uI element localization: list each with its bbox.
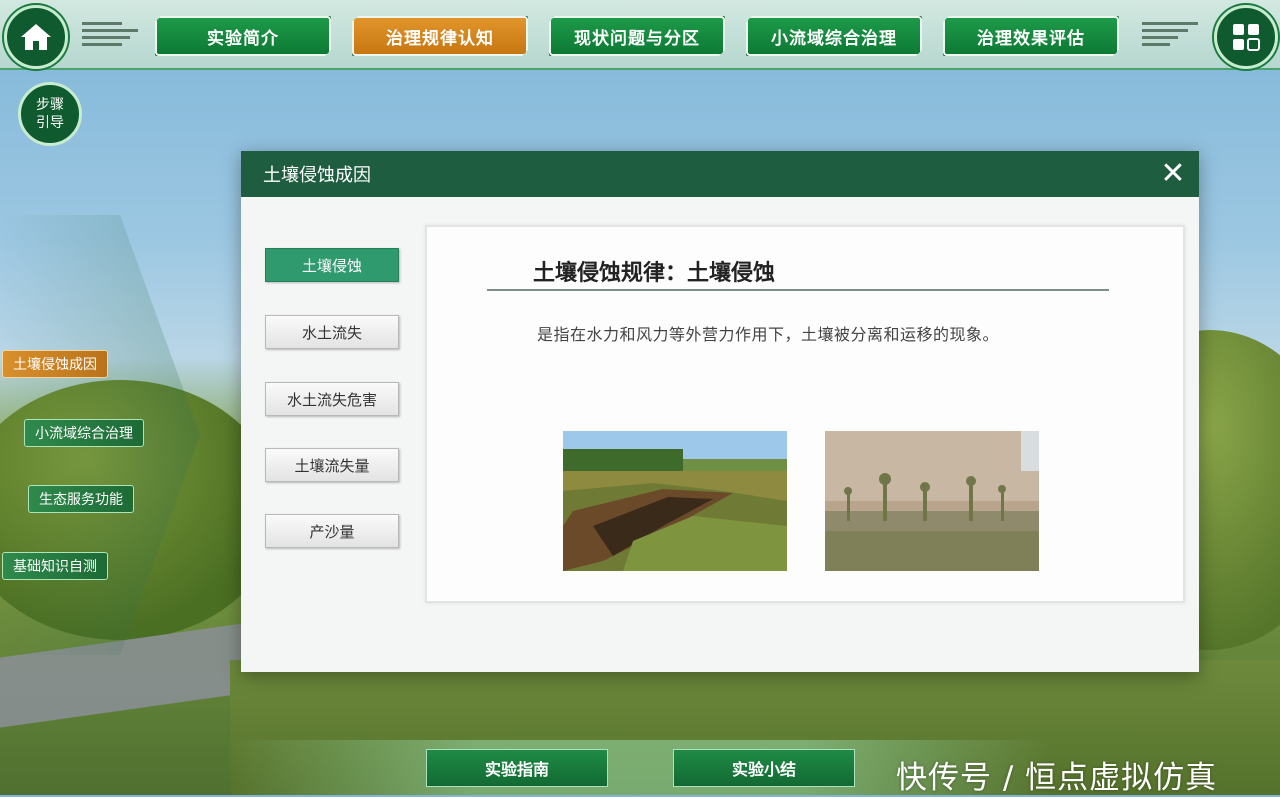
content-heading: 土壤侵蚀规律：土壤侵蚀: [487, 255, 1109, 291]
tab-soil-water-loss[interactable]: 水土流失: [265, 315, 399, 349]
modal-dialog: 土壤侵蚀成因 ✕ 土壤侵蚀 水土流失 水土流失危害 土壤流失量 产沙量 土壤侵蚀…: [241, 151, 1199, 672]
gully-erosion-photo: [563, 431, 787, 571]
nav-tab-problems-zoning[interactable]: 现状问题与分区: [549, 16, 725, 56]
home-icon: [21, 24, 51, 50]
side-item-knowledge-test[interactable]: 基础知识自测: [2, 552, 108, 580]
tab-soil-erosion[interactable]: 土壤侵蚀: [265, 248, 399, 282]
step-guide-line1: 步骤: [36, 97, 64, 113]
tab-soil-water-loss-hazards[interactable]: 水土流失危害: [265, 382, 399, 416]
experiment-summary-button[interactable]: 实验小结: [673, 749, 855, 787]
content-description: 是指在水力和风力等外营力作用下，土壤被分离和运移的现象。: [537, 325, 1000, 344]
watermark-text: 快传号 / 恒点虚拟仿真: [896, 760, 1218, 796]
nav-tab-effect-evaluation[interactable]: 治理效果评估: [943, 16, 1119, 56]
menu-lines-icon: [1142, 18, 1198, 46]
home-button[interactable]: [4, 5, 68, 69]
modal-title: 土壤侵蚀成因: [263, 165, 371, 186]
grid-icon: [1233, 24, 1260, 51]
nav-tab-law-cognition[interactable]: 治理规律认知: [352, 16, 528, 56]
modal-header: 土壤侵蚀成因 ✕: [241, 151, 1199, 197]
nav-tab-watershed-management[interactable]: 小流域综合治理: [746, 16, 922, 56]
tab-soil-loss-amount[interactable]: 土壤流失量: [265, 448, 399, 482]
tab-sediment-yield[interactable]: 产沙量: [265, 514, 399, 548]
experiment-guide-button[interactable]: 实验指南: [426, 749, 608, 787]
dust-storm-photo: [825, 431, 1039, 571]
top-navigation-bar: 实验简介 治理规律认知 现状问题与分区 小流域综合治理 治理效果评估: [0, 0, 1280, 70]
side-item-ecological-services[interactable]: 生态服务功能: [28, 485, 134, 513]
close-icon[interactable]: ✕: [1157, 158, 1189, 190]
side-item-soil-erosion-causes[interactable]: 土壤侵蚀成因: [2, 350, 108, 378]
side-item-watershed-management[interactable]: 小流域综合治理: [24, 419, 144, 447]
menu-lines-icon: [82, 18, 138, 46]
content-panel: 土壤侵蚀规律：土壤侵蚀 是指在水力和风力等外营力作用下，土壤被分离和运移的现象。: [425, 225, 1185, 603]
nav-tab-intro[interactable]: 实验简介: [155, 16, 331, 56]
step-guide-line2: 引导: [36, 115, 64, 131]
step-guide-button[interactable]: 步骤 引导: [18, 82, 82, 146]
apps-grid-button[interactable]: [1214, 5, 1278, 69]
